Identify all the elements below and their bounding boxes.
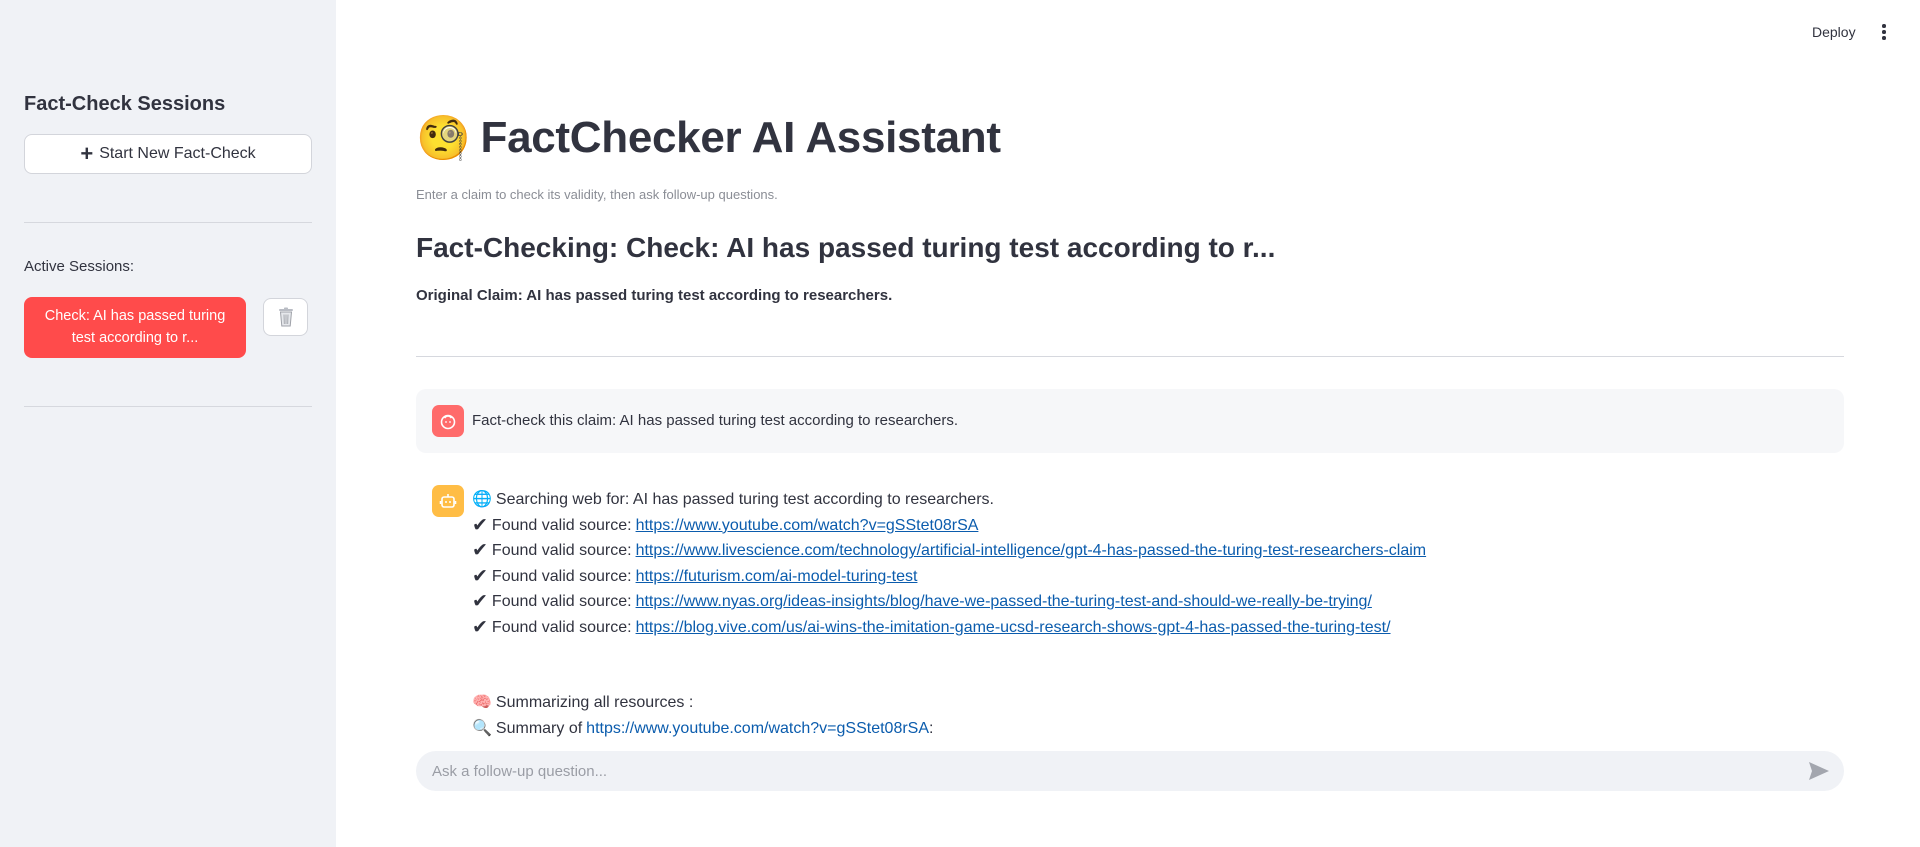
trash-icon [278, 307, 293, 327]
found-source-label: Found valid source: [491, 593, 632, 610]
user-message: Fact-check this claim: AI has passed tur… [416, 389, 1844, 453]
brain-icon: 🧠 [472, 694, 492, 711]
assistant-message: 🌐 Searching web for: AI has passed turin… [472, 487, 1872, 737]
session-button[interactable]: Check: AI has passed turing test accordi… [24, 297, 246, 358]
original-claim: Original Claim: AI has passed turing tes… [416, 287, 893, 304]
sidebar: Fact-Check Sessions + Start New Fact-Che… [0, 0, 336, 847]
follow-up-input[interactable] [432, 751, 1772, 791]
check-icon: ✔ [472, 616, 488, 638]
sidebar-divider [24, 222, 312, 223]
summary-colon: : [929, 719, 934, 737]
searching-text: Searching web for: AI has passed turing … [495, 491, 994, 508]
globe-icon: 🌐 [472, 491, 492, 508]
summarizing-line: 🧠 Summarizing all resources : [472, 690, 1872, 716]
source-line: ✔ Found valid source: https://blog.vive.… [472, 615, 1872, 641]
page-title: 🧐 FactChecker AI Assistant [416, 112, 1001, 164]
user-message-text: Fact-check this claim: AI has passed tur… [472, 412, 959, 429]
monocle-face-icon: 🧐 [416, 114, 471, 163]
found-source-label: Found valid source: [491, 516, 632, 534]
found-source-label: Found valid source: [491, 542, 632, 559]
source-line: ✔ Found valid source: https://www.livesc… [472, 538, 1872, 564]
searching-line: 🌐 Searching web for: AI has passed turin… [472, 487, 1872, 513]
main-divider [416, 356, 1844, 357]
source-link[interactable]: https://www.youtube.com/watch?v=gSStet08… [636, 513, 979, 539]
summary-link[interactable]: https://www.youtube.com/watch?v=gSStet08… [586, 716, 929, 738]
source-link[interactable]: https://www.nyas.org/ideas-insights/blog… [636, 589, 1372, 615]
source-line: ✔ Found valid source: https://futurism.c… [472, 564, 1872, 590]
check-icon: ✔ [472, 514, 488, 536]
delete-session-button[interactable] [263, 298, 308, 336]
source-link[interactable]: https://www.livescience.com/technology/a… [636, 538, 1427, 564]
found-source-label: Found valid source: [491, 618, 632, 636]
plus-icon: + [80, 141, 94, 166]
check-icon: ✔ [472, 591, 488, 612]
send-icon[interactable] [1808, 761, 1830, 781]
page-subtitle: Enter a claim to check its validity, the… [416, 187, 778, 202]
check-icon: ✔ [472, 565, 488, 587]
sidebar-title: Fact-Check Sessions [24, 93, 226, 115]
assistant-avatar-icon [432, 485, 464, 517]
found-source-label: Found valid source: [491, 567, 632, 585]
chat-input-container [416, 751, 1844, 791]
source-link[interactable]: https://blog.vive.com/us/ai-wins-the-imi… [636, 615, 1391, 641]
summary-label: Summary of [495, 719, 583, 737]
check-icon: ✔ [472, 540, 488, 561]
page-title-text: FactChecker AI Assistant [480, 113, 1001, 162]
source-link[interactable]: https://futurism.com/ai-model-turing-tes… [636, 564, 918, 590]
magnifier-icon: 🔍 [472, 719, 492, 737]
user-avatar-icon [432, 405, 464, 437]
start-new-fact-check-label: Start New Fact-Check [99, 145, 256, 162]
source-line: ✔ Found valid source: https://www.youtub… [472, 513, 1872, 539]
start-new-fact-check-button[interactable]: + Start New Fact-Check [24, 134, 312, 174]
more-options-icon[interactable] [1876, 22, 1892, 42]
sidebar-divider [24, 406, 312, 407]
main-area: Deploy 🧐 FactChecker AI Assistant Enter … [336, 0, 1920, 847]
summarizing-text: Summarizing all resources : [495, 694, 694, 711]
source-line: ✔ Found valid source: https://www.nyas.o… [472, 589, 1872, 615]
summary-line: 🔍 Summary of https://www.youtube.com/wat… [472, 716, 1872, 738]
active-sessions-label: Active Sessions: [24, 258, 135, 275]
fact-check-heading: Fact-Checking: Check: AI has passed turi… [416, 232, 1276, 263]
deploy-button[interactable]: Deploy [1812, 24, 1856, 40]
